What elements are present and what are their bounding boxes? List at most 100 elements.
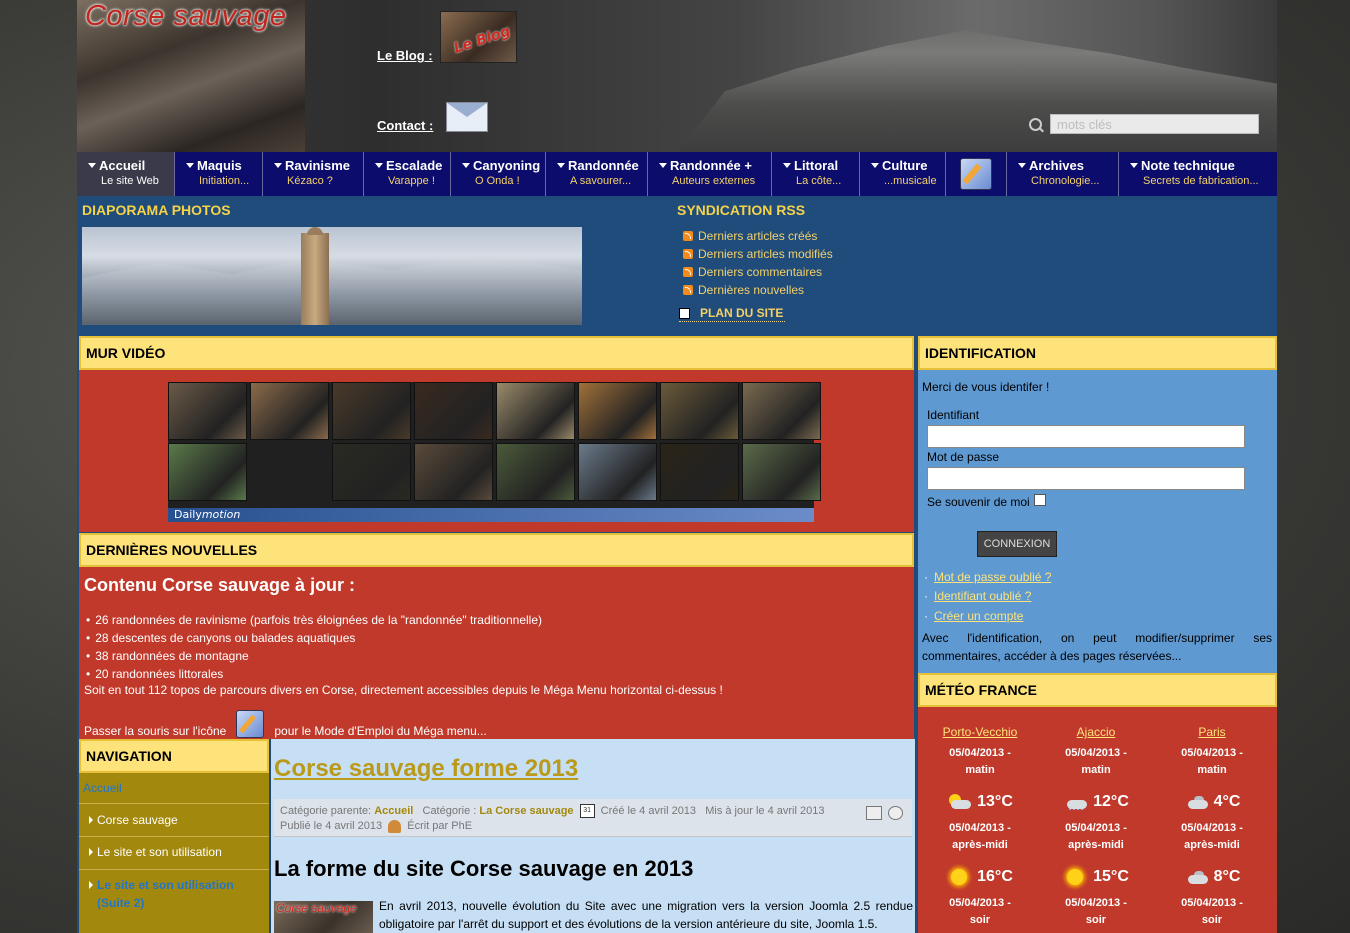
- menu-item-randonnee[interactable]: Randonnée A savourer...: [546, 152, 648, 196]
- rss-icon: [683, 231, 693, 241]
- blog-link[interactable]: Le Blog :: [377, 48, 433, 63]
- nav-item-site-utilisation-suite2[interactable]: Le site et son utilisation (Suite 2): [89, 876, 267, 912]
- video-thumbnail[interactable]: [414, 443, 493, 501]
- menu-item-culture[interactable]: Culture ...musicale: [860, 152, 946, 196]
- rss-list: Derniers articles créés Derniers article…: [683, 227, 833, 299]
- remember-checkbox[interactable]: [1034, 494, 1046, 506]
- nav-item-accueil[interactable]: Accueil: [83, 781, 122, 795]
- cloud-icon: [1184, 869, 1208, 885]
- cloud-sun-icon: [947, 793, 972, 810]
- weather-temperature: 13°C: [977, 792, 1013, 810]
- video-thumbnail[interactable]: [742, 443, 821, 501]
- menu-item-note-technique[interactable]: Note technique Secrets de fabrication...: [1119, 152, 1277, 196]
- video-thumbnail[interactable]: [250, 382, 329, 440]
- rss-link[interactable]: Derniers commentaires: [698, 265, 822, 279]
- video-thumbnail[interactable]: [578, 443, 657, 501]
- calendar-icon: 31: [579, 804, 595, 819]
- diaporama-photo[interactable]: [82, 227, 582, 325]
- hover-hint-after: pour le Mode d'Emploi du Méga menu...: [274, 724, 487, 738]
- weather-slot: 05/04/2013 - soir: [922, 895, 1038, 933]
- search-input[interactable]: [1050, 114, 1259, 134]
- menu-item-maquis[interactable]: Maquis Initiation...: [175, 152, 263, 196]
- remember-label: Se souvenir de moi: [927, 495, 1030, 509]
- article: Corse sauvage forme 2013 Catégorie paren…: [271, 739, 915, 933]
- menu-item-randonnee-plus[interactable]: Randonnée + Auteurs externes: [648, 152, 772, 196]
- video-thumbnail[interactable]: [660, 443, 739, 501]
- video-thumbnail[interactable]: [332, 443, 411, 501]
- category-link[interactable]: La Corse sauvage: [479, 805, 573, 817]
- video-thumbnail[interactable]: [414, 382, 493, 440]
- nav-item-site-utilisation[interactable]: Le site et son utilisation: [89, 843, 267, 861]
- video-thumbnail[interactable]: [168, 443, 247, 501]
- mail-icon[interactable]: [446, 102, 488, 132]
- rss-link[interactable]: Derniers articles modifiés: [698, 247, 833, 261]
- sitemap-link[interactable]: PLAN DU SITE: [679, 306, 786, 322]
- menu-item-accueil[interactable]: Accueil Le site Web: [77, 152, 175, 196]
- menu-label: Accueil: [77, 158, 174, 173]
- menu-item-escalade[interactable]: Escalade Varappe !: [364, 152, 451, 196]
- parent-category-link[interactable]: Accueil: [374, 805, 413, 817]
- menu-sublabel: ...musicale: [884, 175, 937, 187]
- forgot-password-link[interactable]: Mot de passe oublié ?: [924, 570, 1051, 584]
- weather-temp-row: 4°C: [1154, 783, 1270, 820]
- mega-menu-help-icon[interactable]: [960, 158, 992, 190]
- article-title[interactable]: Corse sauvage forme 2013: [274, 755, 578, 783]
- blog-thumbnail[interactable]: Le Blog: [440, 11, 517, 63]
- video-thumbnail[interactable]: [168, 382, 247, 440]
- weather-slot: 05/04/2013 - matin: [1038, 745, 1154, 783]
- mega-menu-help-icon[interactable]: [236, 710, 265, 738]
- rss-item[interactable]: Derniers commentaires: [683, 263, 833, 281]
- video-thumbnail[interactable]: [742, 382, 821, 440]
- menu-item-ravinisme[interactable]: Ravinisme Kézaco ?: [263, 152, 364, 196]
- rss-item[interactable]: Dernières nouvelles: [683, 281, 833, 299]
- video-thumbnail[interactable]: [496, 382, 575, 440]
- rss-item[interactable]: Derniers articles modifiés: [683, 245, 833, 263]
- rss-link[interactable]: Derniers articles créés: [698, 229, 817, 243]
- login-button[interactable]: CONNEXION: [977, 531, 1057, 557]
- nav-item-corse-sauvage[interactable]: Corse sauvage: [89, 811, 267, 829]
- weather-temp-row: 15°C: [1038, 858, 1154, 895]
- menu-item-archives[interactable]: Archives Chronologie...: [1007, 152, 1119, 196]
- diaporama-bell-tower: [301, 227, 329, 325]
- contact-link[interactable]: Contact :: [377, 118, 433, 133]
- blog-thumb-text: Le Blog: [451, 23, 513, 57]
- rss-title: SYNDICATION RSS: [677, 202, 806, 218]
- updated-date: Mis à jour le 4 avril 2013: [705, 805, 825, 817]
- username-input[interactable]: [927, 425, 1245, 448]
- email-icon[interactable]: [888, 806, 903, 820]
- nav-divider: [79, 869, 269, 870]
- create-account-link[interactable]: Créer un compte: [924, 609, 1023, 623]
- weather-city-link[interactable]: Porto-Vecchio: [922, 725, 1038, 745]
- login-note: Avec l'identification, on peut modifier/…: [922, 631, 1272, 663]
- weather-city-link[interactable]: Ajaccio: [1038, 725, 1154, 745]
- password-input[interactable]: [927, 467, 1245, 490]
- video-thumbnail[interactable]: [496, 443, 575, 501]
- print-icon[interactable]: [866, 806, 882, 820]
- weather-city-link[interactable]: Paris: [1154, 725, 1270, 745]
- username-label: Identifiant: [927, 408, 980, 422]
- forgot-username-link[interactable]: Identifiant oublié ?: [924, 589, 1031, 603]
- nav-divider: [79, 803, 269, 804]
- menu-item-mode-emploi[interactable]: [946, 152, 1007, 196]
- video-thumbnail[interactable]: [578, 382, 657, 440]
- site-logo[interactable]: Corse sauvage: [85, 0, 287, 33]
- diaporama-title: DIAPORAMA PHOTOS: [82, 202, 231, 218]
- menu-item-littoral[interactable]: Littoral La côte...: [772, 152, 860, 196]
- weather-date: 05/04/2013 -: [949, 822, 1011, 834]
- rss-link[interactable]: Dernières nouvelles: [698, 283, 804, 297]
- menu-item-canyoning[interactable]: Canyoning O Onda !: [451, 152, 546, 196]
- weather-period: soir: [969, 914, 991, 926]
- weather-slot: 05/04/2013 - après-midi: [922, 820, 1038, 858]
- dailymotion-brand-suffix: motion: [201, 508, 241, 521]
- rss-item[interactable]: Derniers articles créés: [683, 227, 833, 245]
- dailymotion-brand-prefix: Daily: [174, 508, 202, 521]
- video-thumbnail[interactable]: [660, 382, 739, 440]
- video-thumbnail[interactable]: [332, 382, 411, 440]
- news-total: Soit en tout 112 topos de parcours diver…: [84, 683, 723, 697]
- menu-sublabel: La côte...: [796, 175, 842, 187]
- menu-sublabel: A savourer...: [570, 175, 632, 187]
- menu-label: Note technique: [1119, 158, 1277, 173]
- news-panel: Contenu Corse sauvage à jour : 26 randon…: [79, 567, 914, 739]
- dailymotion-bar[interactable]: Dailymotion: [168, 508, 814, 522]
- video-wall-panel: Dailymotion: [79, 370, 914, 532]
